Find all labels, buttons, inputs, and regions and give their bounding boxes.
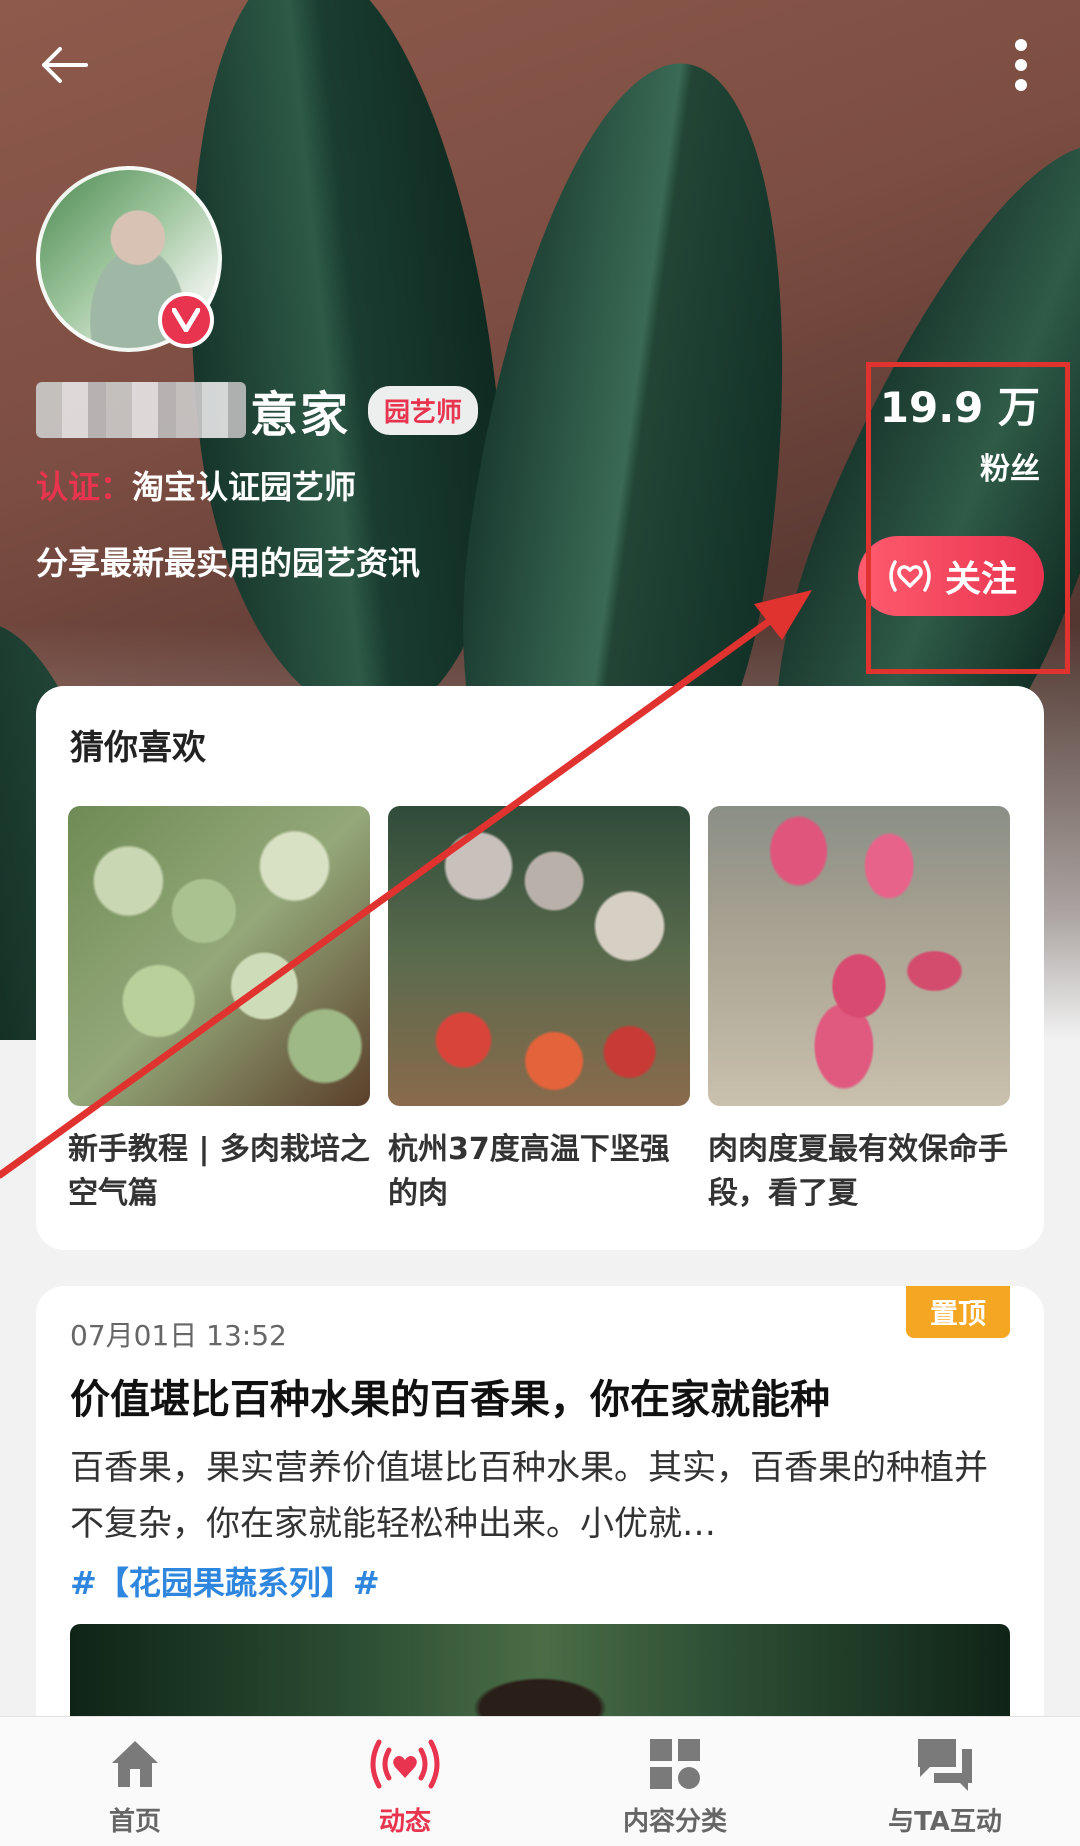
recommend-item[interactable]: 杭州37度高温下坚强的肉 <box>388 806 690 1216</box>
profile-name: 意家 <box>250 387 351 443</box>
recommend-thumbnail <box>708 806 1010 1106</box>
chat-icon <box>918 1739 972 1791</box>
recommend-thumbnail <box>68 806 370 1106</box>
certification-line: 认证：淘宝认证园艺师 <box>36 462 356 508</box>
certification-label: 认证： <box>36 468 133 506</box>
recommend-card: 猜你喜欢 新手教程 | 多肉栽培之空气篇 杭州37度高温下坚强的肉 肉肉度夏最有… <box>36 686 1044 1250</box>
recommend-item[interactable]: 肉肉度夏最有效保命手段，看了夏 <box>708 806 1010 1216</box>
recommend-caption: 杭州37度高温下坚强的肉 <box>388 1132 670 1211</box>
tab-label: 内容分类 <box>622 1807 727 1837</box>
post-excerpt: 百香果，果实营养价值堪比百种水果。其实，百香果的种植并不复杂，你在家就能轻松种出… <box>70 1448 988 1544</box>
tab-interact[interactable]: 与TA互动 <box>860 1731 1030 1841</box>
post-title: 价值堪比百种水果的百香果，你在家就能种 <box>70 1377 830 1423</box>
annotation-highlight-box <box>866 362 1070 674</box>
arrow-left-icon <box>42 47 88 83</box>
tab-label: 与TA互动 <box>888 1807 1002 1837</box>
tab-categories[interactable]: 内容分类 <box>590 1731 760 1841</box>
recommend-caption: 新手教程 | 多肉栽培之空气篇 <box>68 1132 370 1211</box>
post-topic-tag[interactable]: #【花园果蔬系列】# <box>70 1558 380 1604</box>
tab-dynamics[interactable]: 动态 <box>320 1731 490 1841</box>
profile-name-row: 意家 园艺师 <box>36 380 479 443</box>
more-options-button[interactable] <box>986 30 1056 100</box>
blurred-name <box>36 382 246 438</box>
tab-home[interactable]: 首页 <box>50 1731 220 1841</box>
tab-label: 首页 <box>108 1807 161 1837</box>
recommend-title: 猜你喜欢 <box>70 728 206 768</box>
tab-label: 动态 <box>378 1807 431 1837</box>
role-tag: 园艺师 <box>368 385 479 435</box>
profile-intro: 分享最新最实用的园艺资讯 <box>36 544 421 582</box>
certification-value: 淘宝认证园艺师 <box>132 468 357 506</box>
heart-broadcast-icon <box>370 1739 440 1789</box>
recommend-thumbnail <box>388 806 690 1106</box>
post-timestamp: 07月01日 13:52 <box>70 1319 287 1352</box>
more-vertical-icon <box>1015 39 1027 91</box>
back-button[interactable] <box>28 30 98 100</box>
home-icon <box>112 1741 158 1787</box>
pinned-badge: 置顶 <box>906 1286 1010 1338</box>
bottom-tab-bar: 首页 动态 内容分类 与TA互动 <box>0 1716 1080 1846</box>
recommend-caption: 肉肉度夏最有效保命手段，看了夏 <box>708 1132 1008 1211</box>
grid-icon <box>650 1739 700 1789</box>
v-badge-icon <box>158 292 214 348</box>
recommend-item[interactable]: 新手教程 | 多肉栽培之空气篇 <box>68 806 370 1216</box>
